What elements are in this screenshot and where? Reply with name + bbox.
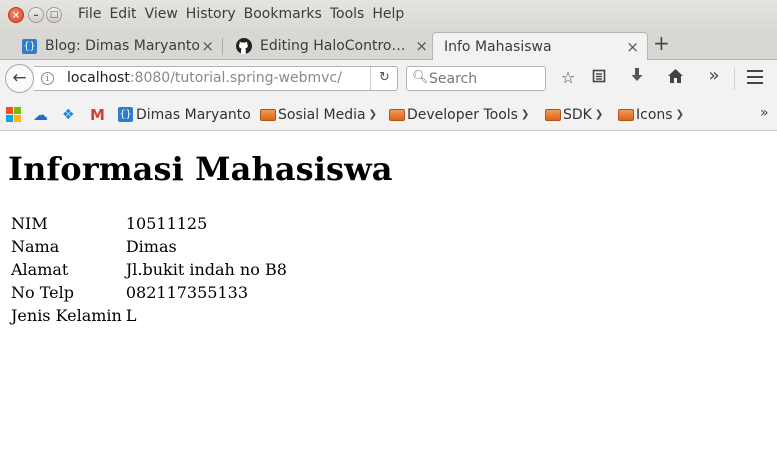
download-arrow-icon <box>631 68 643 81</box>
field-value: Dimas <box>125 237 177 256</box>
downloads-icon[interactable] <box>625 68 649 87</box>
bookmarks-bar: ☁ ❖ M {} Dimas Maryanto Sosial Media ❯ D… <box>0 98 777 131</box>
brackets-icon: {} <box>22 38 37 54</box>
search-icon: 🔍︎ <box>412 70 429 85</box>
bookmark-microsoft[interactable] <box>6 106 21 123</box>
field-value: 082117355133 <box>125 283 248 302</box>
window-close-icon[interactable]: × <box>8 7 24 23</box>
bookmark-label: SDK <box>563 106 592 123</box>
menu-tools[interactable]: Tools <box>330 6 365 22</box>
close-tab-icon[interactable]: × <box>415 37 428 55</box>
folder-icon <box>260 108 276 121</box>
github-icon <box>236 38 252 54</box>
overflow-chevron-icon[interactable]: » <box>702 65 726 86</box>
chevron-down-icon: ❯ <box>675 109 684 120</box>
menu-bookmarks[interactable]: Bookmarks <box>244 6 322 22</box>
search-bar[interactable]: 🔍︎ <box>406 66 546 91</box>
menu-history[interactable]: History <box>186 6 236 22</box>
info-icon[interactable]: i <box>41 72 54 85</box>
bookmark-folder-sdk[interactable]: SDK ❯ <box>545 106 603 123</box>
reading-list-icon[interactable] <box>587 68 611 87</box>
tab-blog[interactable]: {} Blog: Dimas Maryanto × <box>8 32 223 60</box>
field-label: Nama <box>11 237 60 256</box>
tab-label: Info Mahasiswa <box>444 38 552 55</box>
new-tab-icon[interactable]: + <box>653 31 670 55</box>
table-row: Jenis Kelamin L <box>9 304 289 327</box>
clipboard-icon <box>592 69 606 83</box>
bookmarks-overflow-icon[interactable]: » <box>760 105 769 121</box>
field-value: L <box>125 306 137 325</box>
folder-icon <box>545 108 561 121</box>
table-row: Nama Dimas <box>9 235 289 258</box>
bookmark-dropbox[interactable]: ❖ <box>62 106 75 123</box>
house-icon <box>667 69 683 83</box>
bookmark-folder-sosial-media[interactable]: Sosial Media ❯ <box>260 106 377 123</box>
menu-view[interactable]: View <box>145 6 178 22</box>
chevron-down-icon: ❯ <box>368 109 377 120</box>
close-tab-icon[interactable]: × <box>201 37 214 55</box>
folder-icon <box>389 108 405 121</box>
url-text[interactable]: localhost:8080/tutorial.spring-webmvc/ <box>67 70 342 86</box>
menu-edit[interactable]: Edit <box>109 6 136 22</box>
window-minimize-icon[interactable]: – <box>28 7 44 23</box>
chevron-down-icon: ❯ <box>520 109 530 120</box>
tab-github[interactable]: Editing HaloContro… × <box>222 32 436 60</box>
reload-icon[interactable]: ↻ <box>370 67 398 90</box>
bookmark-folder-icons[interactable]: Icons ❯ <box>618 106 684 123</box>
page-heading: Informasi Mahasiswa <box>8 150 393 188</box>
bookmark-label: Sosial Media <box>278 106 366 123</box>
home-icon[interactable] <box>663 68 687 87</box>
menu-help[interactable]: Help <box>372 6 404 22</box>
window-maximize-icon[interactable]: □ <box>46 7 62 23</box>
onedrive-icon: ☁ <box>33 105 48 124</box>
menu: File Edit View History Bookmarks Tools H… <box>78 6 412 22</box>
tab-label: Editing HaloContro… <box>260 38 406 54</box>
bookmark-star-icon[interactable]: ☆ <box>556 68 580 87</box>
brackets-icon: {} <box>118 107 133 122</box>
bookmark-label: Developer Tools <box>407 106 518 123</box>
gmail-icon: M <box>90 105 105 124</box>
microsoft-icon <box>6 107 21 122</box>
url-path: :8080/tutorial.spring-webmvc/ <box>129 70 342 86</box>
field-value: 10511125 <box>125 214 208 233</box>
tab-strip: {} Blog: Dimas Maryanto × Editing HaloCo… <box>0 30 777 60</box>
tab-label: Blog: Dimas Maryanto <box>45 38 200 54</box>
field-value: Jl.bukit indah no B8 <box>125 260 287 279</box>
folder-icon <box>618 108 634 121</box>
back-arrow-icon: ← <box>12 68 27 88</box>
url-host: localhost <box>67 70 130 86</box>
table-row: No Telp 082117355133 <box>9 281 289 304</box>
bookmark-label: Dimas Maryanto <box>136 106 251 123</box>
table-row: NIM 10511125 <box>9 212 289 235</box>
page-content: Informasi Mahasiswa NIM 10511125 Nama Di… <box>0 132 777 463</box>
back-button[interactable]: ← <box>5 64 34 93</box>
menu-bar: × – □ File Edit View History Bookmarks T… <box>0 0 777 30</box>
close-tab-icon[interactable]: × <box>626 38 639 56</box>
field-label: NIM <box>11 214 48 233</box>
dropbox-icon: ❖ <box>62 106 75 123</box>
field-label: Jenis Kelamin <box>11 306 122 325</box>
search-input[interactable] <box>429 69 541 88</box>
menu-hamburger-icon[interactable] <box>747 70 763 88</box>
table-row: Alamat Jl.bukit indah no B8 <box>9 258 289 281</box>
student-info-table: NIM 10511125 Nama Dimas Alamat Jl.bukit … <box>9 212 289 327</box>
nav-separator <box>734 68 735 90</box>
bookmark-gmail[interactable]: M <box>90 105 105 124</box>
chevron-down-icon: ❯ <box>594 109 604 120</box>
bookmark-onedrive[interactable]: ☁ <box>33 105 48 124</box>
bookmark-label: Icons <box>636 106 673 123</box>
tab-info-mahasiswa[interactable]: Info Mahasiswa × <box>432 32 648 60</box>
field-label: Alamat <box>11 260 69 279</box>
field-label: No Telp <box>11 283 74 302</box>
menu-file[interactable]: File <box>78 6 101 22</box>
url-bar[interactable]: i localhost:8080/tutorial.spring-webmvc/… <box>34 66 398 91</box>
navigation-bar: i localhost:8080/tutorial.spring-webmvc/… <box>0 60 777 98</box>
bookmark-folder-developer-tools[interactable]: Developer Tools ❯ <box>389 106 529 123</box>
bookmark-dimas-maryanto[interactable]: {} Dimas Maryanto <box>118 106 251 123</box>
